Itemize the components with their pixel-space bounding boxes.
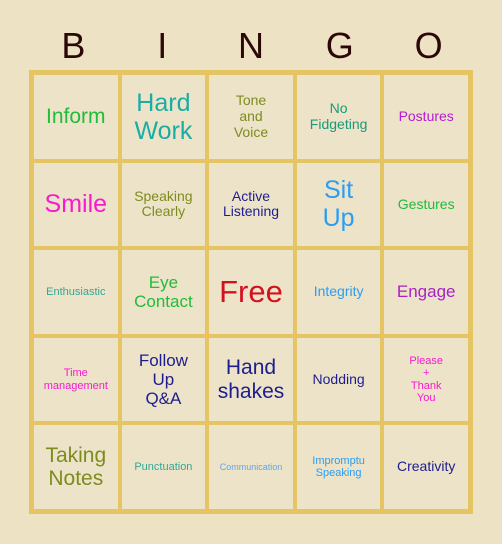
bingo-cell-r1-c2[interactable]: Hard Work [121,75,206,159]
bingo-cell-label: Taking Notes [45,443,107,491]
bingo-header-letter-o: O [414,25,443,66]
bingo-cell-label: Inform [46,105,106,129]
bingo-cell-r5-c5[interactable]: Creativity [384,425,468,509]
bingo-cell-label: Impromptu Speaking [312,454,365,480]
bingo-header-letter-i: I [157,25,168,66]
bingo-cell-label: Engage [396,282,456,302]
bingo-cell-r5-c2[interactable]: Punctuation [121,425,206,509]
bingo-header-letter-g: G [325,25,354,66]
bingo-cell-label: Follow Up Q&A [138,351,188,409]
bingo-card: B I N G O Inform Hard Work Tone and Voice N… [0,0,502,544]
bingo-cell-label: Please + Thank You [409,354,443,404]
bingo-cell-r3-c1[interactable]: Enthusiastic [34,250,118,334]
bingo-cell-r4-c5[interactable]: Please + Thank You [384,337,468,422]
bingo-cell-label: Nodding [312,370,365,387]
bingo-cell-label: Tone and Voice [233,92,269,140]
bingo-cell-r2-c2[interactable]: Speaking Clearly [121,162,206,247]
bingo-cell-r5-c3[interactable]: Communication [209,425,293,509]
bingo-cell-label: Free [219,273,283,309]
bingo-cell-label: Eye Contact [134,272,193,311]
bingo-cell-r5-c4[interactable]: Impromptu Speaking [296,425,381,509]
bingo-cell-r2-c5[interactable]: Gestures [384,162,468,247]
bingo-cell-r1-c4[interactable]: No Fidgeting [296,75,381,159]
bingo-cell-label: Punctuation [134,461,193,474]
bingo-cell-r3-c4[interactable]: Integrity [296,250,381,334]
bingo-grid: Inform Hard Work Tone and Voice No Fidgetin… [29,70,473,514]
bingo-cell-label: Gestures [397,195,455,212]
bingo-cell-r4-c2[interactable]: Follow Up Q&A [121,337,206,422]
bingo-cell-r1-c3[interactable]: Tone and Voice [209,75,293,159]
bingo-cell-r4-c1[interactable]: Time management [34,337,118,422]
bingo-cell-label: Postures [398,107,454,124]
bingo-cell-r4-c4[interactable]: Nodding [296,337,381,422]
bingo-cell-label: Sit Up [322,176,355,233]
bingo-cell-label: Speaking Clearly [134,187,193,220]
bingo-cell-r2-c1[interactable]: Smile [34,162,118,247]
bingo-cell-label: Enthusiastic [46,285,106,298]
bingo-header-row: B I N G O [29,22,473,70]
bingo-cell-label: Communication [219,462,283,473]
bingo-cell-label: Hand shakes [217,356,285,403]
bingo-cell-r4-c3[interactable]: Hand shakes [209,337,293,422]
bingo-cell-label: No Fidgeting [309,100,368,132]
bingo-cell-r3-c2[interactable]: Eye Contact [121,250,206,334]
bingo-cell-label: Smile [44,190,108,219]
bingo-cell-r1-c1[interactable]: Inform [34,75,118,159]
bingo-cell-label: Active Listening [222,187,280,220]
bingo-header-letter-b: B [61,25,86,66]
bingo-header-letter-n: N [237,25,264,66]
bingo-cell-label: Hard Work [134,88,193,145]
bingo-cell-label: Time management [43,367,108,392]
bingo-cell-r2-c3[interactable]: Active Listening [209,162,293,247]
bingo-cell-label: Creativity [397,458,456,475]
bingo-cell-r1-c5[interactable]: Postures [384,75,468,159]
bingo-cell-r3-c3[interactable]: Free [209,250,293,334]
bingo-cell-r5-c1[interactable]: Taking Notes [34,425,118,509]
bingo-cell-label: Integrity [313,283,364,300]
bingo-cell-r3-c5[interactable]: Engage [384,250,468,334]
bingo-cell-r2-c4[interactable]: Sit Up [296,162,381,247]
